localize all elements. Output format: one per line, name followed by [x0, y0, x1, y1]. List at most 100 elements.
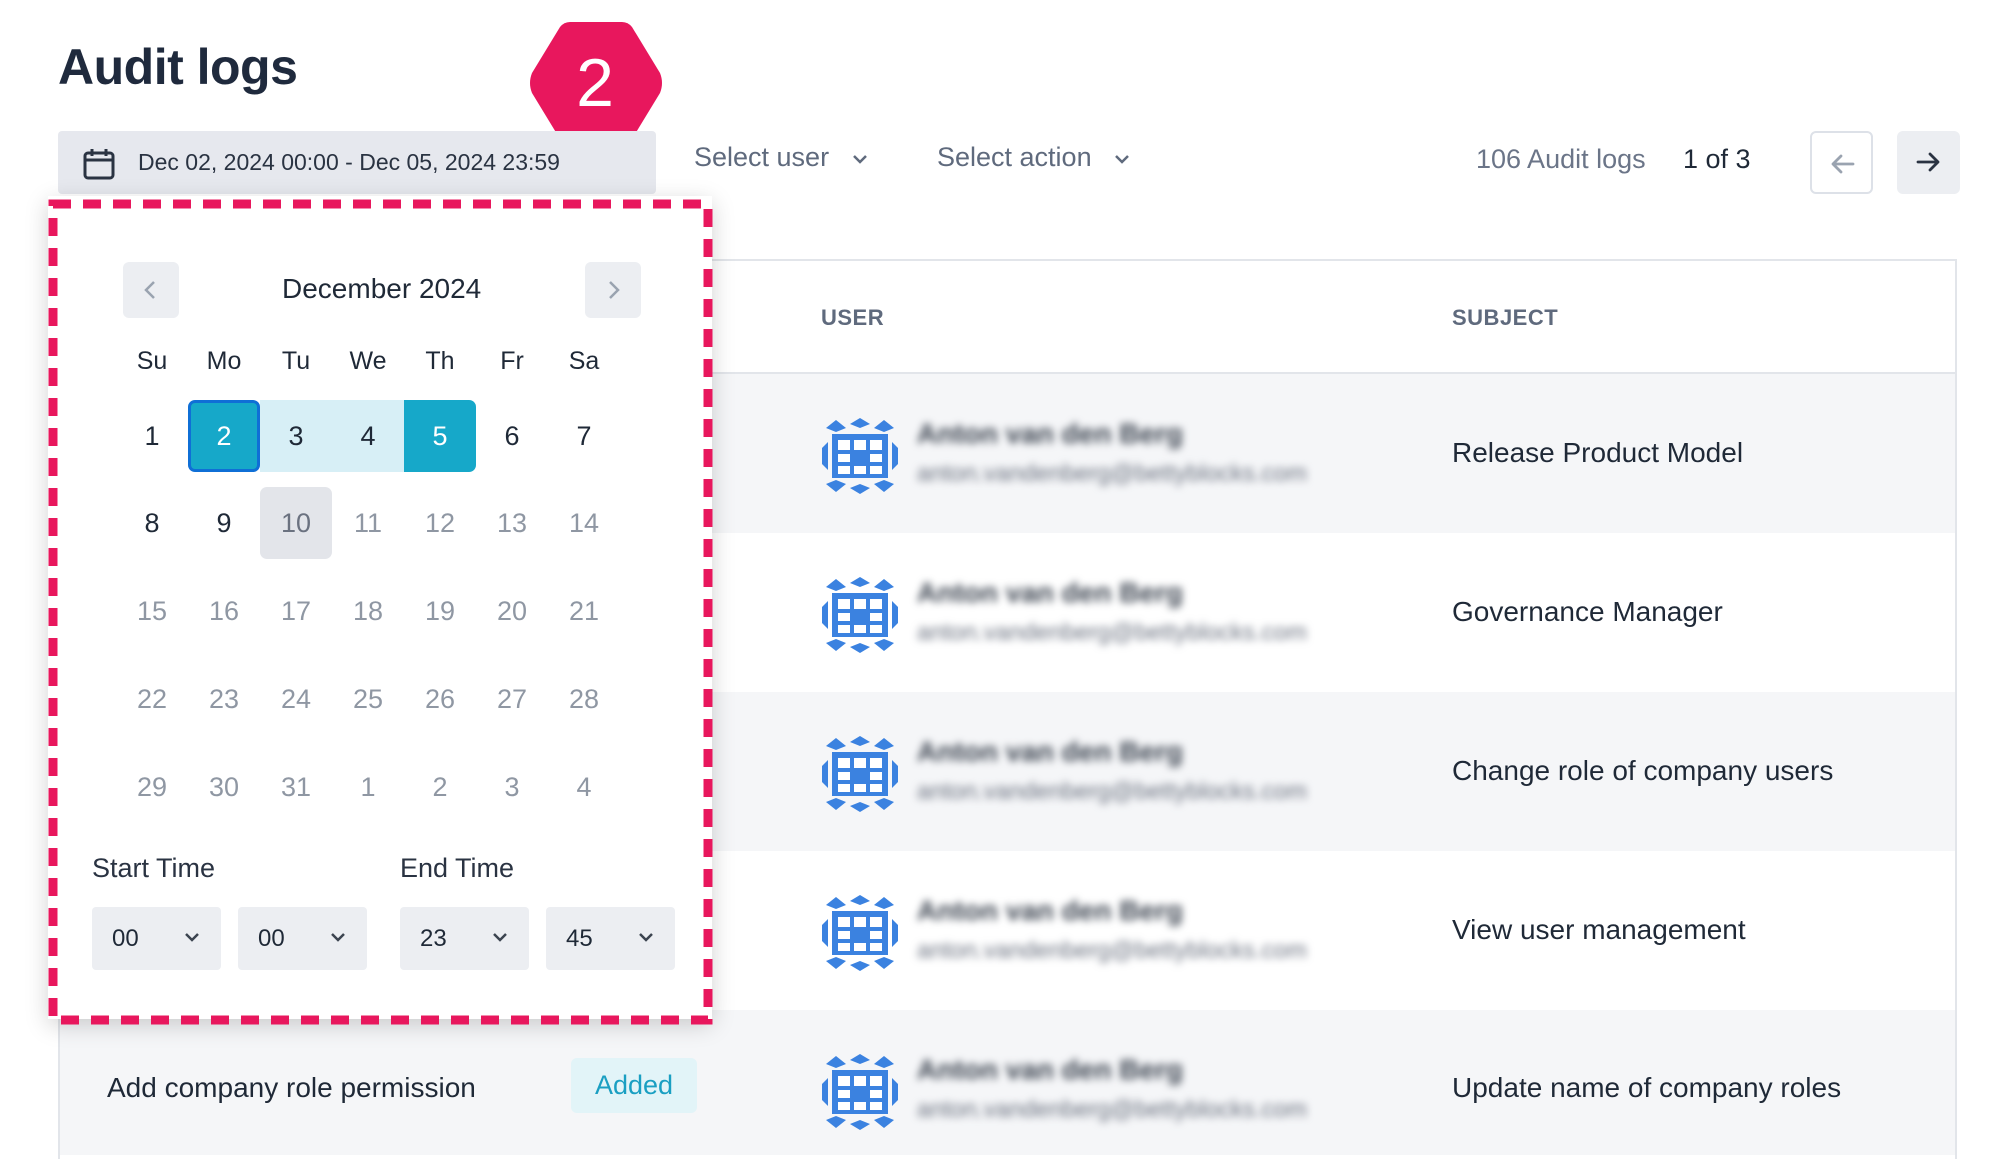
end-hour-value: 23: [420, 925, 447, 952]
calendar-day[interactable]: 15: [116, 575, 188, 647]
calendar-day[interactable]: 30: [188, 751, 260, 823]
calendar-day[interactable]: 24: [260, 663, 332, 735]
avatar-identicon: [822, 736, 898, 812]
step-badge: 2: [510, 18, 680, 148]
calendar-day[interactable]: 4: [548, 751, 620, 823]
calendar-day[interactable]: 25: [332, 663, 404, 735]
select-user-dropdown[interactable]: Select user: [694, 142, 869, 173]
end-minute-select[interactable]: 45: [546, 907, 675, 970]
user-avatar: [822, 736, 898, 817]
start-hour-value: 00: [112, 925, 139, 952]
user-avatar: [822, 1054, 898, 1135]
chevron-down-icon: [331, 933, 345, 942]
row-action: Add company role permission: [107, 1072, 476, 1103]
calendar-day[interactable]: 19: [404, 575, 476, 647]
user-email: anton.vandenberg@bettyblocks.com: [917, 1096, 1307, 1123]
calendar-weekday: Sa: [568, 347, 600, 375]
chevron-down-icon: [493, 933, 507, 942]
calendar-day[interactable]: 4: [332, 400, 404, 472]
calendar-day[interactable]: 7: [548, 400, 620, 472]
user-name: Anton van den Berg: [917, 736, 1184, 767]
end-minute-value: 45: [566, 925, 593, 952]
user-avatar: [822, 418, 898, 499]
calendar-day[interactable]: 31: [260, 751, 332, 823]
calendar-day[interactable]: 12: [404, 487, 476, 559]
calendar-day[interactable]: 14: [548, 487, 620, 559]
calendar-day[interactable]: 2: [188, 400, 260, 472]
next-page-button[interactable]: [1897, 131, 1960, 194]
start-time-label: Start Time: [92, 853, 216, 883]
user-avatar: [822, 577, 898, 658]
calendar-day[interactable]: 27: [476, 663, 548, 735]
calendar-day[interactable]: 29: [116, 751, 188, 823]
user-email: anton.vandenberg@bettyblocks.com: [917, 778, 1307, 805]
calendar-day[interactable]: 9: [188, 487, 260, 559]
chevron-down-icon: [852, 154, 867, 164]
calendar-weekday: Su: [136, 347, 168, 375]
avatar-identicon: [822, 895, 898, 971]
column-header-subject[interactable]: SUBJECT: [1452, 305, 1558, 331]
calendar-day[interactable]: 28: [548, 663, 620, 735]
calendar-day[interactable]: 3: [260, 400, 332, 472]
row-subject: Governance Manager: [1452, 596, 1723, 627]
end-hour-select[interactable]: 23: [400, 907, 529, 970]
previous-page-button[interactable]: [1810, 131, 1873, 194]
calendar-weekday: Mo: [206, 347, 242, 375]
calendar-day[interactable]: 3: [476, 751, 548, 823]
page-title: Audit logs: [58, 39, 298, 95]
calendar-day[interactable]: 10: [260, 487, 332, 559]
start-hour-select[interactable]: 00: [92, 907, 221, 970]
calendar-day[interactable]: 18: [332, 575, 404, 647]
calendar-day[interactable]: 22: [116, 663, 188, 735]
calendar-day[interactable]: 26: [404, 663, 476, 735]
user-email: anton.vandenberg@bettyblocks.com: [917, 937, 1307, 964]
select-action-dropdown[interactable]: Select action: [937, 142, 1131, 173]
arrow-left-icon: [1831, 154, 1855, 174]
avatar-identicon: [822, 1054, 898, 1130]
row-subject: Update name of company roles: [1452, 1072, 1842, 1103]
status-badge: Added: [571, 1058, 698, 1113]
chevron-down-icon: [639, 933, 653, 942]
calendar-day[interactable]: 5: [404, 400, 476, 472]
avatar-identicon: [822, 418, 898, 494]
select-action-label: Select action: [937, 142, 1092, 172]
chevron-right-icon: [609, 281, 620, 299]
column-header-user[interactable]: USER: [821, 305, 884, 331]
user-avatar: [822, 895, 898, 976]
calendar-day[interactable]: 6: [476, 400, 548, 472]
calendar-day[interactable]: 1: [116, 400, 188, 472]
page-indicator: 1 of 3: [1683, 144, 1751, 174]
step-number: 2: [576, 45, 614, 121]
calendar-weekday: Tu: [281, 347, 311, 375]
calendar-weekday: We: [349, 347, 387, 375]
user-name: Anton van den Berg: [917, 895, 1184, 926]
calendar-day[interactable]: 23: [188, 663, 260, 735]
calendar-day[interactable]: 2: [404, 751, 476, 823]
user-email: anton.vandenberg@bettyblocks.com: [917, 460, 1307, 487]
calendar-prev-month-button[interactable]: [123, 262, 179, 318]
date-range-picker[interactable]: Dec 02, 2024 00:00 - Dec 05, 2024 23:59: [58, 131, 656, 194]
end-time-label: End Time: [400, 853, 515, 883]
calendar-day[interactable]: 20: [476, 575, 548, 647]
calendar-day[interactable]: 1: [332, 751, 404, 823]
calendar-day[interactable]: 13: [476, 487, 548, 559]
calendar-month-label: December 2024: [282, 273, 482, 304]
calendar-day[interactable]: 8: [116, 487, 188, 559]
date-range-value: Dec 02, 2024 00:00 - Dec 05, 2024 23:59: [138, 149, 560, 175]
calendar-day[interactable]: 16: [188, 575, 260, 647]
calendar-icon: [83, 149, 115, 180]
calendar-weekday: Th: [425, 347, 455, 375]
user-name: Anton van den Berg: [917, 418, 1184, 449]
calendar-day[interactable]: 17: [260, 575, 332, 647]
arrow-right-icon: [1916, 152, 1940, 172]
calendar-next-month-button[interactable]: [585, 262, 641, 318]
user-name: Anton van den Berg: [917, 1054, 1184, 1085]
calendar-weekday: Fr: [500, 347, 524, 375]
avatar-identicon: [822, 577, 898, 653]
start-minute-select[interactable]: 00: [238, 907, 367, 970]
start-minute-value: 00: [258, 925, 285, 952]
chevron-left-icon: [144, 281, 155, 299]
calendar-day[interactable]: 21: [548, 575, 620, 647]
row-subject: View user management: [1452, 914, 1746, 945]
calendar-day[interactable]: 11: [332, 487, 404, 559]
